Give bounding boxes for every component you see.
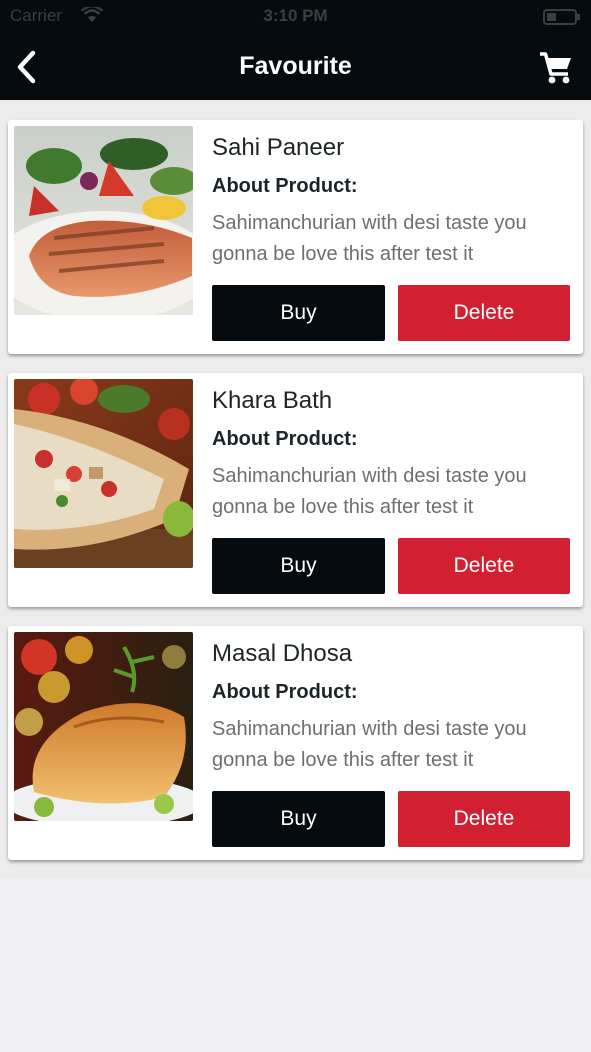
product-description: Sahimanchurian with desi taste you gonna… xyxy=(212,212,527,265)
delete-button[interactable]: Delete xyxy=(398,791,570,847)
page-title: Favourite xyxy=(239,52,352,80)
buy-button[interactable]: Buy xyxy=(212,791,385,847)
buy-button[interactable]: Buy xyxy=(212,538,385,594)
product-image-chicken[interactable] xyxy=(14,632,193,821)
product-card: Khara Bath About Product: Sahimanchurian… xyxy=(8,373,583,607)
product-image-wrap[interactable] xyxy=(14,379,193,568)
nav-header: Carrier 3:10 PM Favourite xyxy=(0,0,591,100)
cart-button[interactable] xyxy=(535,48,577,88)
status-bar: Carrier 3:10 PM xyxy=(0,0,591,34)
about-product-label: About Product: xyxy=(212,175,358,197)
status-time: 3:10 PM xyxy=(263,6,328,25)
product-description: Sahimanchurian with desi taste you gonna… xyxy=(212,718,527,771)
product-name: Khara Bath xyxy=(212,387,333,414)
product-name: Sahi Paneer xyxy=(212,134,345,161)
delete-button[interactable]: Delete xyxy=(398,538,570,594)
about-product-label: About Product: xyxy=(212,681,358,703)
product-card: Sahi Paneer About Product: Sahimanchuria… xyxy=(8,120,583,354)
favourite-list: Sahi Paneer About Product: Sahimanchuria… xyxy=(0,100,591,878)
buy-button[interactable]: Buy xyxy=(212,285,385,341)
cart-icon xyxy=(540,52,571,84)
product-image-salmon[interactable] xyxy=(14,126,193,315)
product-card: Masal Dhosa About Product: Sahimanchuria… xyxy=(8,626,583,860)
delete-button[interactable]: Delete xyxy=(398,285,570,341)
product-name: Masal Dhosa xyxy=(212,640,353,667)
about-product-label: About Product: xyxy=(212,428,358,450)
battery-icon xyxy=(543,9,580,25)
product-description: Sahimanchurian with desi taste you gonna… xyxy=(212,465,527,518)
